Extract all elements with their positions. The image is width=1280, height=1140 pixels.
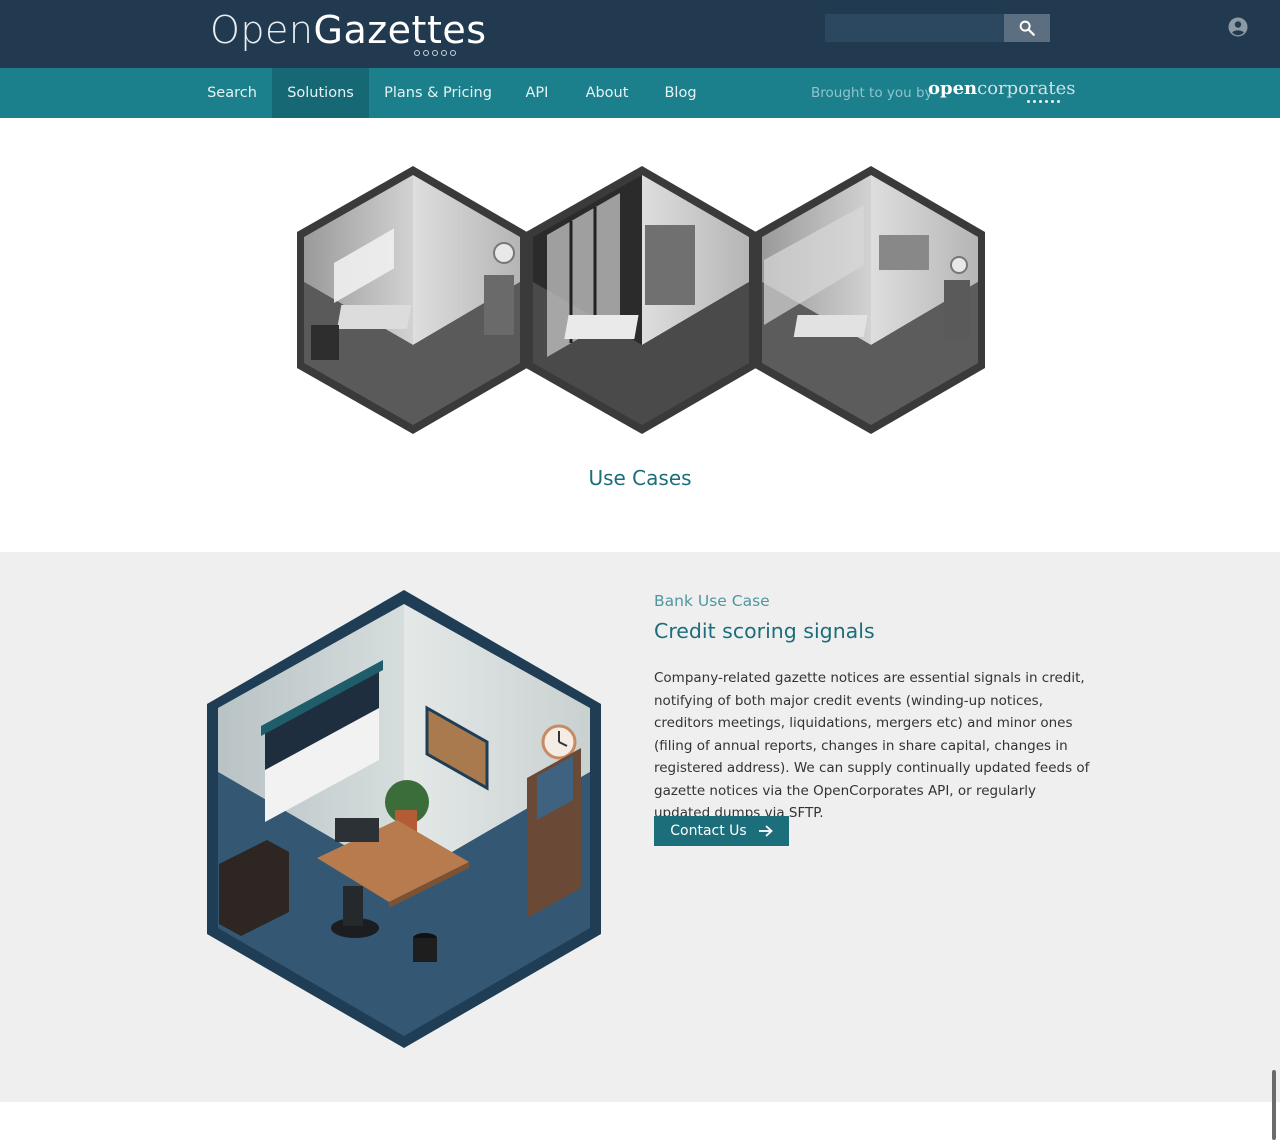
nav-label: Blog [664,85,697,101]
search-input[interactable] [825,14,1005,42]
nav-label: About [585,85,629,101]
nav-item-blog[interactable]: Blog [647,68,714,118]
logo-dots [414,50,456,56]
nav-item-search[interactable]: Search [192,68,272,118]
use-case-eyebrow: Bank Use Case [654,592,770,610]
search-icon [1019,20,1035,36]
partner-logo-dots [1027,100,1060,103]
room-2 [526,166,756,434]
contact-us-button[interactable]: Contact Us [654,816,789,846]
site-logo[interactable]: OpenGazettes [210,8,487,52]
nav-label: Solutions [287,85,354,101]
search-button[interactable] [1004,14,1050,42]
use-cases-heading: Use Cases [588,466,692,490]
nav-item-about[interactable]: About [567,68,647,118]
partner-logo-b: corporates [977,78,1076,99]
nav-item-api[interactable]: API [507,68,567,118]
top-header [0,0,1280,68]
nav-label: Search [207,85,257,101]
nav-label: Plans & Pricing [384,85,492,101]
brought-to-you-by: Brought to you by [811,85,933,101]
bank-office-illustration [207,590,601,1048]
user-account-icon[interactable] [1228,17,1248,37]
hero-office-rooms-illustration [297,166,985,434]
page-scrollbar[interactable] [1272,1070,1276,1140]
room-3 [755,166,985,434]
use-case-description: Company-related gazette notices are esse… [654,670,1090,821]
arrow-right-icon [758,825,773,837]
nav-item-plans-pricing[interactable]: Plans & Pricing [369,68,507,118]
nav-item-solutions[interactable]: Solutions [272,68,369,118]
partner-logo-a: open [928,78,978,99]
bank-use-case-section [0,552,1280,1102]
room-1 [297,166,527,434]
nav-label: API [525,85,549,101]
contact-us-label: Contact Us [670,823,747,839]
opencorporates-logo[interactable]: opencorporates [928,78,1075,108]
logo-prefix: Open [210,8,314,52]
use-case-title: Credit scoring signals [654,619,875,643]
logo-suffix: Gazettes [313,8,487,52]
